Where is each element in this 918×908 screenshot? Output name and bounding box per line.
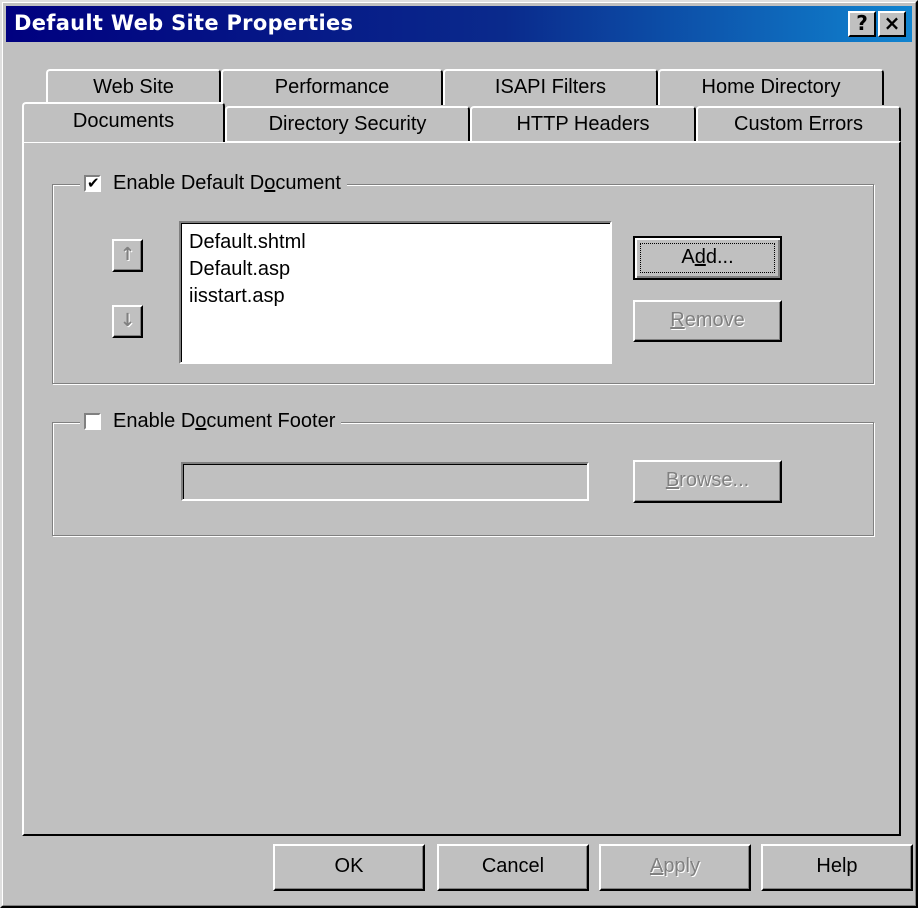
enable-default-document-checkbox[interactable]: ✔ bbox=[84, 174, 101, 192]
tab-documents[interactable]: Documents bbox=[22, 102, 225, 142]
list-item[interactable]: iisstart.asp bbox=[189, 283, 610, 310]
default-document-legend: ✔ Enable Default Document bbox=[80, 172, 347, 195]
btn-label: emove bbox=[684, 309, 745, 331]
window-title: Default Web Site Properties bbox=[14, 11, 354, 35]
btn-label: rowse... bbox=[679, 469, 750, 491]
close-icon[interactable]: × bbox=[878, 11, 906, 37]
tab-directory-security[interactable]: Directory Security bbox=[225, 106, 470, 142]
label-part: Enable Default D bbox=[113, 172, 265, 194]
tab-home-directory[interactable]: Home Directory bbox=[658, 69, 884, 105]
label-part: Enable D bbox=[113, 410, 196, 432]
move-up-button[interactable]: ↑ bbox=[112, 239, 143, 272]
help-title-button[interactable]: ? bbox=[848, 11, 876, 37]
list-item[interactable]: Default.shtml bbox=[189, 229, 610, 256]
label-part: cument Footer bbox=[206, 410, 336, 432]
label-mnemonic: o bbox=[264, 172, 276, 194]
focus-rect bbox=[640, 243, 775, 273]
label-part: cument bbox=[275, 172, 341, 194]
enable-document-footer-checkbox[interactable] bbox=[84, 413, 101, 430]
btn-mnemonic: B bbox=[665, 469, 680, 491]
remove-button[interactable]: Remove bbox=[633, 300, 782, 342]
list-item[interactable]: Default.asp bbox=[189, 256, 610, 283]
enable-document-footer-label[interactable]: Enable Document Footer bbox=[113, 410, 335, 433]
footer-path-field[interactable] bbox=[181, 462, 589, 501]
btn-mnemonic: A bbox=[649, 855, 664, 877]
cancel-button[interactable]: Cancel bbox=[437, 844, 589, 891]
tab-custom-errors[interactable]: Custom Errors bbox=[696, 106, 901, 142]
properties-dialog: Default Web Site Properties ? × Web Site… bbox=[0, 0, 918, 908]
tab-performance[interactable]: Performance bbox=[221, 69, 443, 105]
checkmark-icon: ✔ bbox=[87, 174, 100, 192]
browse-button[interactable]: Browse... bbox=[633, 460, 782, 503]
enable-default-document-label[interactable]: Enable Default Document bbox=[113, 172, 341, 195]
document-footer-legend: Enable Document Footer bbox=[80, 410, 342, 433]
default-documents-list[interactable]: Default.shtml Default.asp iisstart.asp bbox=[179, 221, 612, 364]
title-bar[interactable]: Default Web Site Properties ? × bbox=[6, 6, 912, 42]
btn-mnemonic: R bbox=[670, 309, 685, 331]
move-down-button[interactable]: ↓ bbox=[112, 305, 143, 338]
tab-http-headers[interactable]: HTTP Headers bbox=[470, 106, 696, 142]
btn-label: pply bbox=[663, 855, 701, 877]
label-mnemonic: o bbox=[195, 410, 207, 432]
ok-button[interactable]: OK bbox=[273, 844, 425, 891]
help-button[interactable]: Help bbox=[761, 844, 913, 891]
documents-tab-panel: ✔ Enable Default Document ↑ ↓ Default.sh… bbox=[22, 141, 901, 836]
tab-web-site[interactable]: Web Site bbox=[46, 69, 221, 105]
add-button[interactable]: Add... bbox=[633, 236, 782, 280]
apply-button[interactable]: Apply bbox=[599, 844, 751, 891]
tab-isapi-filters[interactable]: ISAPI Filters bbox=[443, 69, 658, 105]
